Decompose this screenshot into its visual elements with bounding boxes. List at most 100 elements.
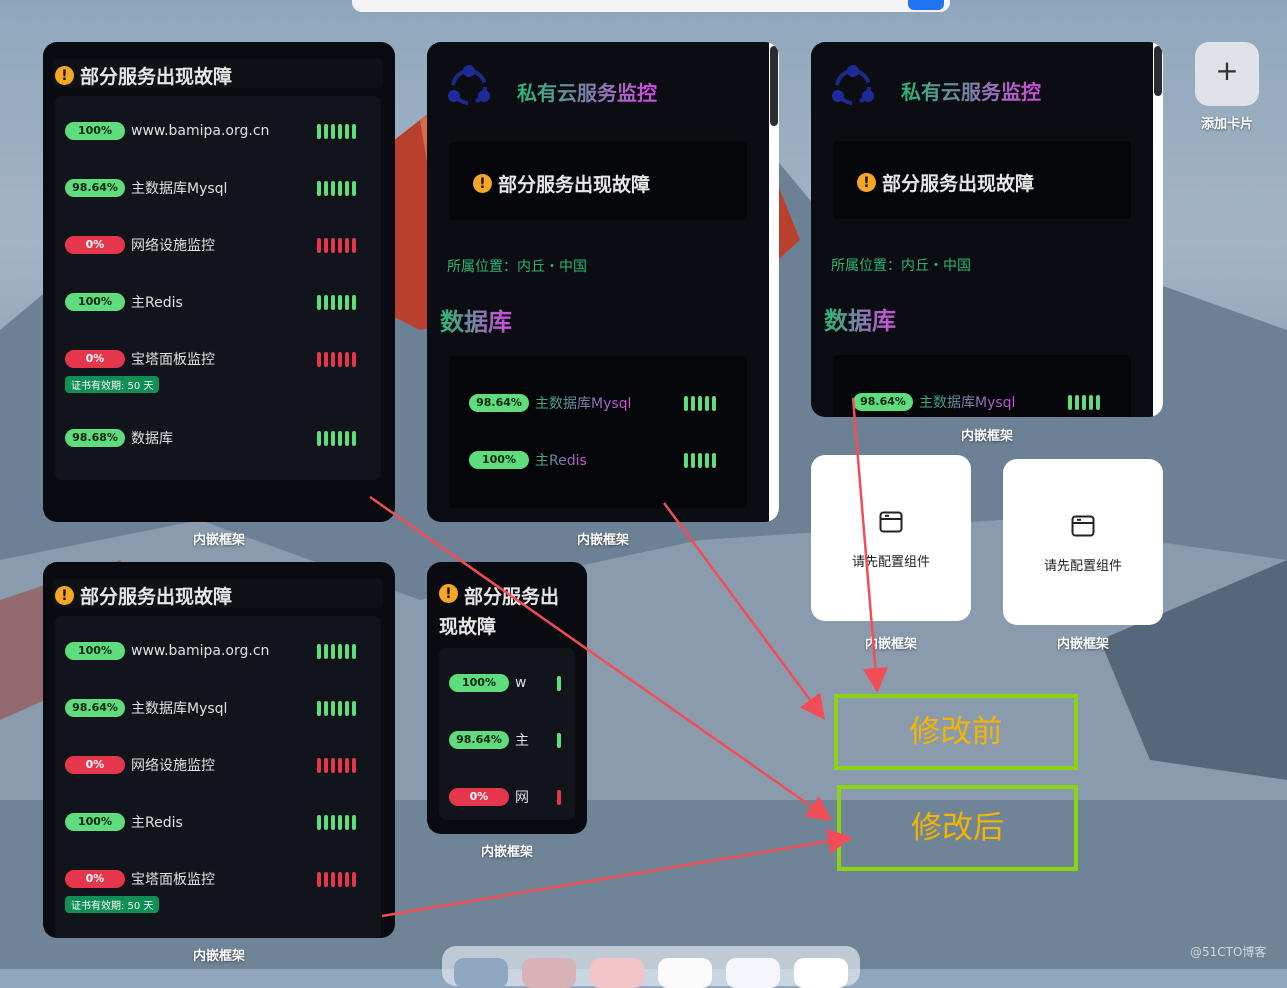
dock-app-icon[interactable] — [726, 958, 780, 988]
status-card-full[interactable]: ! 部分服务出现故障 100% www.bamipa.org.cn 98.64%… — [43, 562, 395, 938]
location-text: 所属位置：内丘・中国 — [447, 259, 587, 275]
status-header: ! 部分服务出现故障 — [857, 169, 1034, 196]
annotation-after-text: 修改后 — [911, 810, 1004, 846]
add-card-label: 添加卡片 — [1200, 116, 1253, 131]
service-row[interactable]: 100% 主Redis — [65, 811, 183, 833]
service-row[interactable]: 100% 主Redis — [469, 449, 587, 471]
service-name: 网络设施监控 — [131, 238, 215, 254]
status-bars — [557, 733, 561, 748]
dock-app-icon[interactable] — [454, 958, 508, 988]
percent-badge: 100% — [469, 451, 529, 469]
service-row[interactable]: 0% 宝塔面板监控 — [65, 348, 215, 370]
service-row[interactable]: 0% 宝塔面板监控 — [65, 868, 215, 890]
status-card-full[interactable]: ! 部分服务出现故障 100% www.bamipa.org.cn 98.64%… — [43, 42, 395, 522]
placeholder-card[interactable]: 请先配置组件 — [811, 455, 971, 621]
percent-badge: 98.64% — [853, 393, 913, 411]
status-card-narrow[interactable]: ! 部分服务出 现故障 100% w 98.64% 主 0% 网 — [427, 562, 587, 834]
dock-app-icon[interactable] — [590, 958, 644, 988]
window-icon — [1071, 515, 1095, 537]
service-name: 网 — [515, 790, 529, 806]
dock — [442, 946, 860, 988]
status-warning-text: 部分服务出现故障 — [498, 174, 651, 196]
cert-badge: 证书有效期: 50 天 — [65, 376, 160, 393]
section-title: 数据库 — [824, 301, 896, 336]
status-bars — [317, 352, 356, 367]
service-name: 主数据库Mysql — [535, 393, 631, 413]
monitor-title: 私有云服务监控 — [901, 76, 1041, 105]
status-warning-text: 部分服务出 — [464, 586, 560, 608]
card-caption: 内嵌框架 — [192, 532, 245, 547]
service-row[interactable]: 100% www.bamipa.org.cn — [65, 640, 269, 662]
percent-badge: 0% — [65, 870, 125, 888]
annotation-before: 修改前 — [834, 694, 1078, 770]
service-list: 100% www.bamipa.org.cn 98.64% 主数据库Mysql … — [55, 616, 381, 938]
service-row[interactable]: 0% 网络设施监控 — [65, 754, 215, 776]
service-row[interactable]: 0% 网 — [449, 786, 529, 808]
service-row[interactable]: 98.64% 主数据库Mysql — [65, 177, 227, 199]
card-caption: 内嵌框架 — [960, 428, 1013, 443]
service-list: 100% w 98.64% 主 0% 网 — [439, 648, 575, 820]
service-row[interactable]: 98.64% 主 — [449, 729, 529, 751]
service-name: 网络设施监控 — [131, 758, 215, 774]
section-title: 数据库 — [440, 302, 512, 337]
service-name: 主数据库Mysql — [919, 392, 1015, 412]
service-list: 100% www.bamipa.org.cn 98.64% 主数据库Mysql … — [55, 96, 381, 480]
window-icon — [879, 511, 903, 533]
location-text: 所属位置：内丘・中国 — [831, 258, 971, 274]
add-card-button[interactable]: + — [1195, 42, 1259, 106]
warning-icon: ! — [55, 586, 74, 605]
status-warning-text: 部分服务出现故障 — [80, 66, 233, 88]
service-row[interactable]: 98.64% 主数据库Mysql — [65, 697, 227, 719]
service-row[interactable]: 98.64% 主数据库Mysql — [853, 391, 1015, 413]
status-bars — [317, 644, 356, 659]
status-bars — [317, 181, 356, 196]
service-row[interactable]: 98.64% 主数据库Mysql — [469, 392, 631, 414]
percent-badge: 98.68% — [65, 429, 125, 447]
service-row[interactable]: 98.68% 数据库 — [65, 427, 173, 449]
card-caption: 内嵌框架 — [480, 844, 533, 859]
service-name: 数据库 — [131, 431, 173, 447]
monitor-card[interactable]: 私有云服务监控 ! 部分服务出现故障 所属位置：内丘・中国 数据库 98.64%… — [427, 42, 779, 522]
warning-icon: ! — [857, 173, 876, 192]
service-name: 主 — [515, 733, 529, 749]
status-header: ! 部分服务出 — [439, 582, 559, 609]
service-row[interactable]: 100% 主Redis — [65, 291, 183, 313]
warning-icon: ! — [439, 584, 458, 603]
percent-badge: 100% — [65, 122, 125, 140]
service-name: 主数据库Mysql — [131, 701, 228, 717]
service-name: www.bamipa.org.cn — [131, 123, 270, 139]
monitor-card-short[interactable]: 私有云服务监控 ! 部分服务出现故障 所属位置：内丘・中国 数据库 98.64%… — [811, 42, 1163, 417]
placeholder-card[interactable]: 请先配置组件 — [1003, 459, 1163, 625]
percent-badge: 0% — [65, 350, 125, 368]
status-bars — [317, 124, 356, 139]
scrollbar[interactable] — [1153, 42, 1163, 417]
percent-badge: 0% — [449, 788, 509, 806]
status-bars — [317, 872, 356, 887]
card-caption: 内嵌框架 — [864, 636, 917, 651]
status-warning-text-line2: 现故障 — [439, 616, 497, 638]
service-row[interactable]: 0% 网络设施监控 — [65, 234, 215, 256]
service-name: 宝塔面板监控 — [131, 872, 215, 888]
dock-app-icon[interactable] — [794, 958, 848, 988]
dock-app-icon[interactable] — [658, 958, 712, 988]
service-name: www.bamipa.org.cn — [131, 643, 270, 659]
annotation-before-text: 修改前 — [909, 714, 1003, 750]
percent-badge: 98.64% — [469, 394, 529, 412]
top-search-bar[interactable] — [352, 0, 950, 12]
service-row[interactable]: 100% w — [449, 672, 526, 694]
status-header: ! 部分服务出现故障 — [55, 62, 232, 89]
placeholder-label: 请先配置组件 — [1043, 559, 1122, 574]
plus-icon: + — [1215, 54, 1239, 87]
service-name: w — [515, 675, 527, 691]
search-button[interactable] — [908, 0, 944, 10]
percent-badge: 98.64% — [65, 699, 125, 717]
service-name: 主数据库Mysql — [131, 181, 228, 197]
card-caption: 内嵌框架 — [576, 532, 629, 547]
status-bars — [684, 396, 716, 411]
service-row[interactable]: 100% www.bamipa.org.cn — [65, 120, 269, 142]
service-name: 主Redis — [131, 295, 183, 311]
percent-badge: 100% — [65, 642, 125, 660]
card-caption: 内嵌框架 — [1056, 636, 1109, 651]
dock-app-icon[interactable] — [522, 958, 576, 988]
percent-badge: 100% — [65, 293, 125, 311]
